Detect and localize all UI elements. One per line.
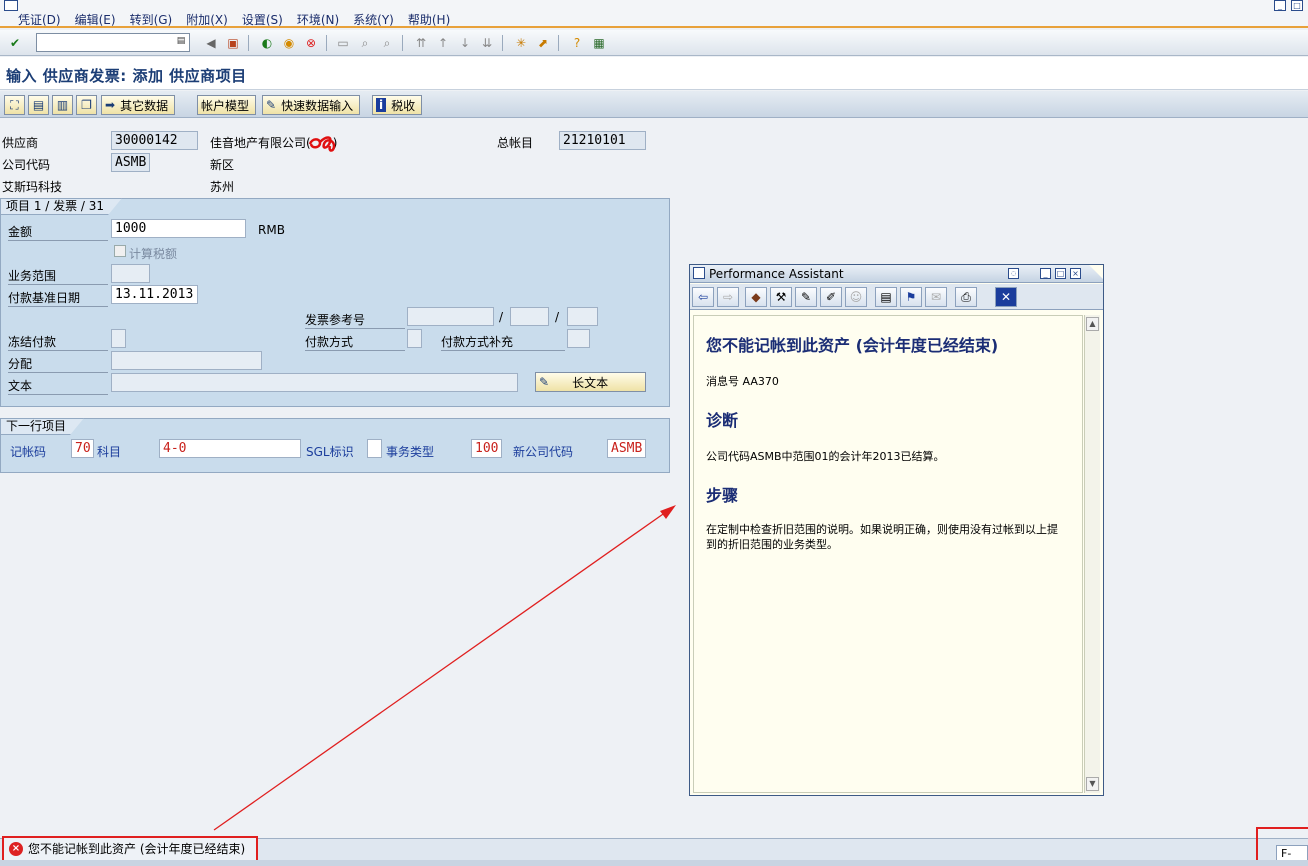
assistant-content: 您不能记帐到此资产 (会计年度已经结束) 消息号 AA370 诊断 公司代码AS… — [693, 315, 1083, 793]
assistant-print-icon[interactable]: ⎙ — [955, 287, 977, 307]
assistant-steps-title: 步骤 — [706, 486, 739, 505]
assistant-diagnosis-title: 诊断 — [706, 411, 739, 430]
scroll-up-icon[interactable]: ▲ — [1086, 317, 1099, 331]
assistant-back-icon[interactable]: ⇦ — [692, 287, 714, 307]
assistant-heading: 您不能记帐到此资产 (会计年度已经结束) — [706, 336, 999, 355]
assistant-diagnosis-text: 公司代码ASMB中范围01的会计年2013已结算。 — [706, 450, 945, 463]
assistant-toolbar: ⇦ ⇨ ◆ ⚒ ✎ ✐ ☺ ▤ ⚑ ✉ ⎙ ✕ — [690, 284, 1103, 310]
assistant-table-icon[interactable]: ▤ — [875, 287, 897, 307]
assistant-steps-text: 在定制中检查折旧范围的说明。如果说明正确，则使用没有过帐到以上提到的折旧范围的业… — [706, 523, 1058, 551]
assistant-forward-icon[interactable]: ⇨ — [717, 287, 739, 307]
assistant-book-icon[interactable]: ◆ — [745, 287, 767, 307]
assistant-flag-icon[interactable]: ⚑ — [900, 287, 922, 307]
performance-assistant-window: Performance Assistant ◌ _ □ × ⇦ ⇨ ◆ ⚒ ✎ … — [689, 264, 1104, 796]
taskbar — [0, 860, 1308, 866]
assistant-note-icon[interactable]: ✉ — [925, 287, 947, 307]
assistant-minimize-icon[interactable]: _ — [1040, 268, 1051, 279]
assistant-exit-icon[interactable]: ✕ — [995, 287, 1017, 307]
scroll-down-icon[interactable]: ▼ — [1086, 777, 1099, 791]
assistant-close-icon[interactable]: × — [1070, 268, 1081, 279]
status-message[interactable]: × 您不能记帐到此资产 (会计年度已经结束) — [2, 836, 258, 862]
assistant-comment-icon[interactable]: ✐ — [820, 287, 842, 307]
assistant-message-number: 消息号 AA370 — [706, 375, 779, 388]
assistant-edit-icon[interactable]: ✎ — [795, 287, 817, 307]
assistant-window-icon — [693, 267, 705, 279]
assistant-title: Performance Assistant — [709, 267, 844, 281]
assistant-title-bar[interactable]: Performance Assistant ◌ _ □ × — [690, 265, 1103, 283]
assistant-scrollbar[interactable]: ▲ ▼ — [1084, 315, 1100, 793]
assistant-technical-info-icon[interactable]: ⚒ — [770, 287, 792, 307]
assistant-maximize-icon[interactable]: □ — [1055, 268, 1066, 279]
error-icon: × — [9, 842, 23, 856]
annotation-arrow — [213, 505, 676, 831]
assistant-users-icon[interactable]: ☺ — [845, 287, 867, 307]
assistant-pin-icon[interactable]: ◌ — [1008, 268, 1019, 279]
